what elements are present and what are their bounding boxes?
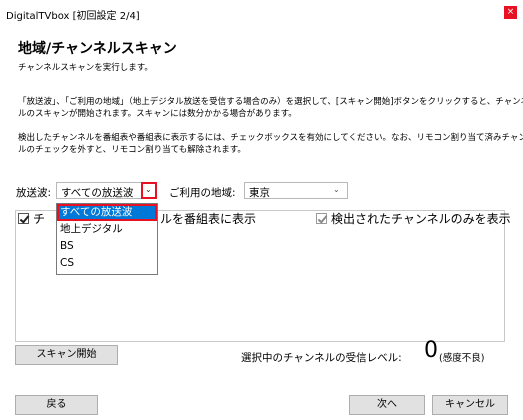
dropdown-option-cs[interactable]: CS — [57, 255, 157, 272]
show-in-guide-label-prefix: チ — [33, 212, 46, 226]
show-in-guide-checkbox[interactable]: チ — [18, 210, 45, 227]
signal-level-label: 選択中のチャンネルの受信レベル: — [241, 352, 402, 364]
detected-only-checkbox[interactable]: 検出されたチャンネルのみを表示 — [316, 210, 511, 227]
back-button[interactable]: 戻る — [15, 395, 98, 415]
scan-start-button[interactable]: スキャン開始 — [15, 345, 118, 365]
broadcast-selected-value: すべての放送波 — [61, 187, 134, 199]
intro-text: チャンネルスキャンを実行します。 — [18, 63, 153, 73]
broadcast-label: 放送波: — [16, 187, 52, 199]
signal-status: (感度不良) — [439, 353, 485, 364]
close-button[interactable]: × — [504, 6, 517, 19]
chevron-down-icon: ⌄ — [145, 185, 152, 194]
next-button[interactable]: 次へ — [349, 395, 425, 415]
dropdown-option-bs[interactable]: BS — [57, 238, 157, 255]
cancel-button[interactable]: キャンセル — [432, 395, 508, 415]
region-select[interactable]: 東京 ⌄ — [244, 182, 348, 199]
broadcast-dropdown-toggle[interactable]: ⌄ — [141, 182, 157, 199]
page-title: 地域/チャンネルスキャン — [18, 41, 177, 57]
checkbox-checked-icon — [316, 213, 327, 224]
show-in-guide-label-suffix: ルを番組表に表示 — [160, 212, 257, 226]
window-title: DigitalTVbox [初回設定 2/4] — [6, 11, 140, 22]
chevron-down-icon: ⌄ — [333, 185, 340, 194]
signal-level-value: 0 — [424, 338, 438, 363]
dropdown-option-all[interactable]: すべての放送波 — [57, 204, 157, 221]
region-selected-value: 東京 — [249, 187, 270, 199]
region-label: ご利用の地域: — [169, 187, 236, 199]
instruction-line-2: ルのスキャンが開始されます。スキャンには数分かかる場合があります。 — [18, 109, 297, 119]
broadcast-dropdown-list[interactable]: すべての放送波 地上デジタル BS CS — [56, 203, 158, 275]
title-bar: DigitalTVbox [初回設定 2/4] × — [0, 0, 523, 28]
dropdown-option-terrestrial[interactable]: 地上デジタル — [57, 221, 157, 238]
detected-only-label: 検出されたチャンネルのみを表示 — [331, 212, 511, 226]
checkbox-checked-icon — [18, 213, 29, 224]
broadcast-select[interactable]: すべての放送波 — [56, 182, 142, 199]
note-line-2: ルのチェックを外すと、リモコン割り当ても解除されます。 — [18, 145, 246, 155]
